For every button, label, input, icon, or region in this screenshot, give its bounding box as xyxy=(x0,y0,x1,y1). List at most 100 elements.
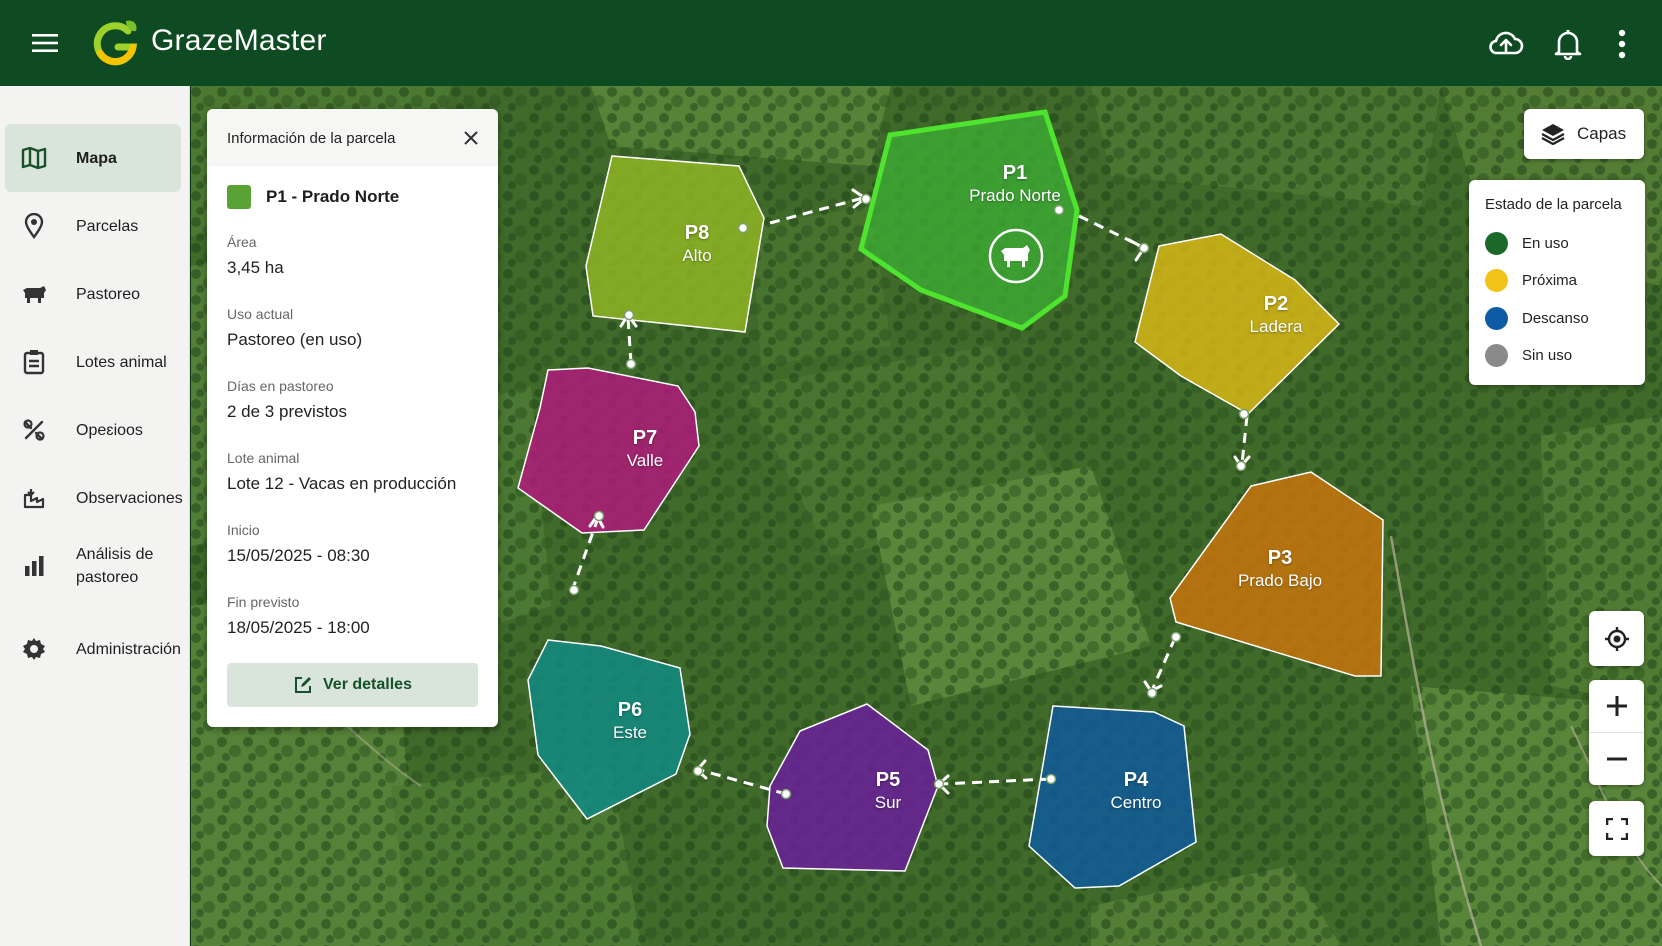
cloud-sync-button[interactable] xyxy=(1486,24,1526,64)
field-label-lote: Lote animal xyxy=(227,450,300,466)
parcel-code: P5 xyxy=(875,769,901,791)
more-vertical-icon xyxy=(1618,29,1626,59)
parcel-label-p8[interactable]: P8 Alto xyxy=(682,221,711,267)
parcel-code: P1 xyxy=(1002,162,1028,184)
field-label-fin: Fin previsto xyxy=(227,594,300,610)
top-app-bar: GrazeMaster xyxy=(0,0,1662,86)
parcel-label-p7[interactable]: P7 Valle xyxy=(627,426,664,472)
parcel-code: P8 xyxy=(684,222,710,244)
info-panel-title: Información de la parcela xyxy=(227,130,396,147)
legend-item-en-uso: En uso xyxy=(1485,231,1569,255)
field-label-inicio: Inicio xyxy=(227,522,260,538)
sidebar-item-label: Mapa xyxy=(76,149,117,167)
cow-icon xyxy=(20,280,48,308)
locate-button[interactable] xyxy=(1589,611,1644,666)
legend-item-sin-uso: Sin uso xyxy=(1485,343,1572,367)
parcel-label-p2[interactable]: P2 Ladera xyxy=(1250,292,1303,338)
legend-item-descanso: Descanso xyxy=(1485,306,1589,330)
sidebar-item-label: Administración xyxy=(76,640,181,658)
legend-dot xyxy=(1485,306,1508,330)
sidebar-item-label: Lotes animal xyxy=(76,353,167,371)
parcel-title: P1 - Prado Norte xyxy=(266,187,400,206)
field-value-fin: 18/05/2025 - 18:00 xyxy=(227,618,370,637)
legend-label: Sin uso xyxy=(1522,346,1573,364)
sidebar-item-operaciones[interactable]: Opeɛioos xyxy=(5,396,181,464)
sidebar-item-observaciones[interactable]: Observaciones xyxy=(5,464,183,532)
sidebar-item-label: Pastoreo xyxy=(76,285,141,303)
sidebar-item-pastoreo[interactable]: Pastoreo xyxy=(5,260,181,328)
fullscreen-button[interactable] xyxy=(1589,801,1644,856)
parcel-label-p3[interactable]: P3 Prado Bajo xyxy=(1238,546,1322,592)
bar-chart-icon xyxy=(20,552,48,580)
parcel-code: P2 xyxy=(1263,293,1289,315)
layers-label: Capas xyxy=(1577,124,1627,143)
observation-icon xyxy=(20,484,48,512)
parcel-label-p4[interactable]: P4 Centro xyxy=(1110,768,1161,814)
legend-title: Estado de la parcela xyxy=(1485,196,1622,213)
sidebar-item-label: Análisis de pastoreo xyxy=(76,546,154,586)
parcel-name: Prado Bajo xyxy=(1237,571,1323,590)
sidebar-item-label: Opeɛioos xyxy=(76,421,143,439)
parcel-code: P3 xyxy=(1267,547,1293,569)
view-details-label: Ver detalles xyxy=(323,676,412,693)
map-icon xyxy=(20,144,48,172)
legend-label: Próxima xyxy=(1522,271,1578,289)
edit-icon xyxy=(295,677,312,693)
parcel-name: Valle xyxy=(626,451,664,470)
sidebar-item-administracion[interactable]: Administración xyxy=(5,615,181,683)
field-value-area: 3,45 ha xyxy=(227,258,284,277)
app-title: GrazeMaster xyxy=(151,24,327,57)
parcel-name: Ladera xyxy=(1249,317,1303,336)
field-value-uso: Pastoreo (en uso) xyxy=(227,330,363,349)
tools-icon xyxy=(20,416,48,444)
app-logo xyxy=(93,20,138,66)
field-label-dias: Días en pastoreo xyxy=(227,378,334,394)
parcel-label-p6[interactable]: P6 Este xyxy=(613,698,647,744)
sidebar-item-label: Observaciones xyxy=(76,489,183,507)
parcel-status-legend: Estado de la parcela En uso Próxima Desc… xyxy=(1469,180,1645,385)
legend-dot xyxy=(1485,343,1508,367)
parcel-code: P7 xyxy=(632,427,658,449)
zoom-controls xyxy=(1589,680,1644,785)
close-icon xyxy=(464,131,478,145)
parcel-name: Centro xyxy=(1110,793,1162,812)
parcel-code: P6 xyxy=(617,699,643,721)
sidebar-item-parcelas[interactable]: Parcelas xyxy=(5,192,181,260)
parcel-p8-shape[interactable] xyxy=(585,155,765,333)
legend-dot xyxy=(1485,268,1508,292)
layers-button[interactable]: Capas xyxy=(1524,109,1644,159)
parcel-color-swatch xyxy=(227,185,251,209)
parcel-code: P4 xyxy=(1123,769,1149,791)
legend-item-proxima: Próxima xyxy=(1485,268,1577,292)
more-options-button[interactable] xyxy=(1602,24,1642,64)
legend-dot xyxy=(1485,231,1508,255)
fullscreen-icon xyxy=(1605,817,1628,840)
sidebar-item-lotes-animal[interactable]: Lotes animal xyxy=(5,328,181,396)
zoom-out-button[interactable] xyxy=(1589,733,1644,785)
notifications-button[interactable] xyxy=(1548,24,1588,64)
field-value-dias: 2 de 3 previstos xyxy=(227,402,348,421)
menu-button[interactable] xyxy=(28,26,62,60)
field-label-uso: Uso actual xyxy=(227,306,294,322)
legend-label: En uso xyxy=(1522,234,1569,252)
sidebar-item-mapa[interactable]: Mapa xyxy=(5,124,181,192)
close-panel-button[interactable] xyxy=(460,127,482,149)
layers-icon xyxy=(1541,124,1565,145)
field-label-area: Área xyxy=(227,234,257,250)
parcel-label-p5[interactable]: P5 Sur xyxy=(875,768,901,814)
parcel-name: Este xyxy=(612,723,648,742)
sidebar: Mapa Parcelas Pastoreo Lotes animal Opeɛ… xyxy=(0,86,190,946)
sidebar-item-analisis-pastoreo[interactable]: Análisis de pastoreo xyxy=(5,532,181,600)
sidebar-item-label: Parcelas xyxy=(76,217,139,235)
view-details-button[interactable]: Ver detalles xyxy=(227,663,478,707)
zoom-in-button[interactable] xyxy=(1589,681,1644,733)
parcel-label-p1[interactable]: P1 Prado Norte xyxy=(969,161,1061,207)
gear-icon xyxy=(20,635,48,663)
bell-icon xyxy=(1554,30,1582,60)
cloud-sync-icon xyxy=(1489,31,1524,55)
locate-icon xyxy=(1604,626,1629,651)
location-pin-icon xyxy=(20,212,48,240)
zoom-in-icon xyxy=(1606,696,1627,716)
legend-label: Descanso xyxy=(1522,309,1589,327)
menu-icon xyxy=(32,34,58,52)
